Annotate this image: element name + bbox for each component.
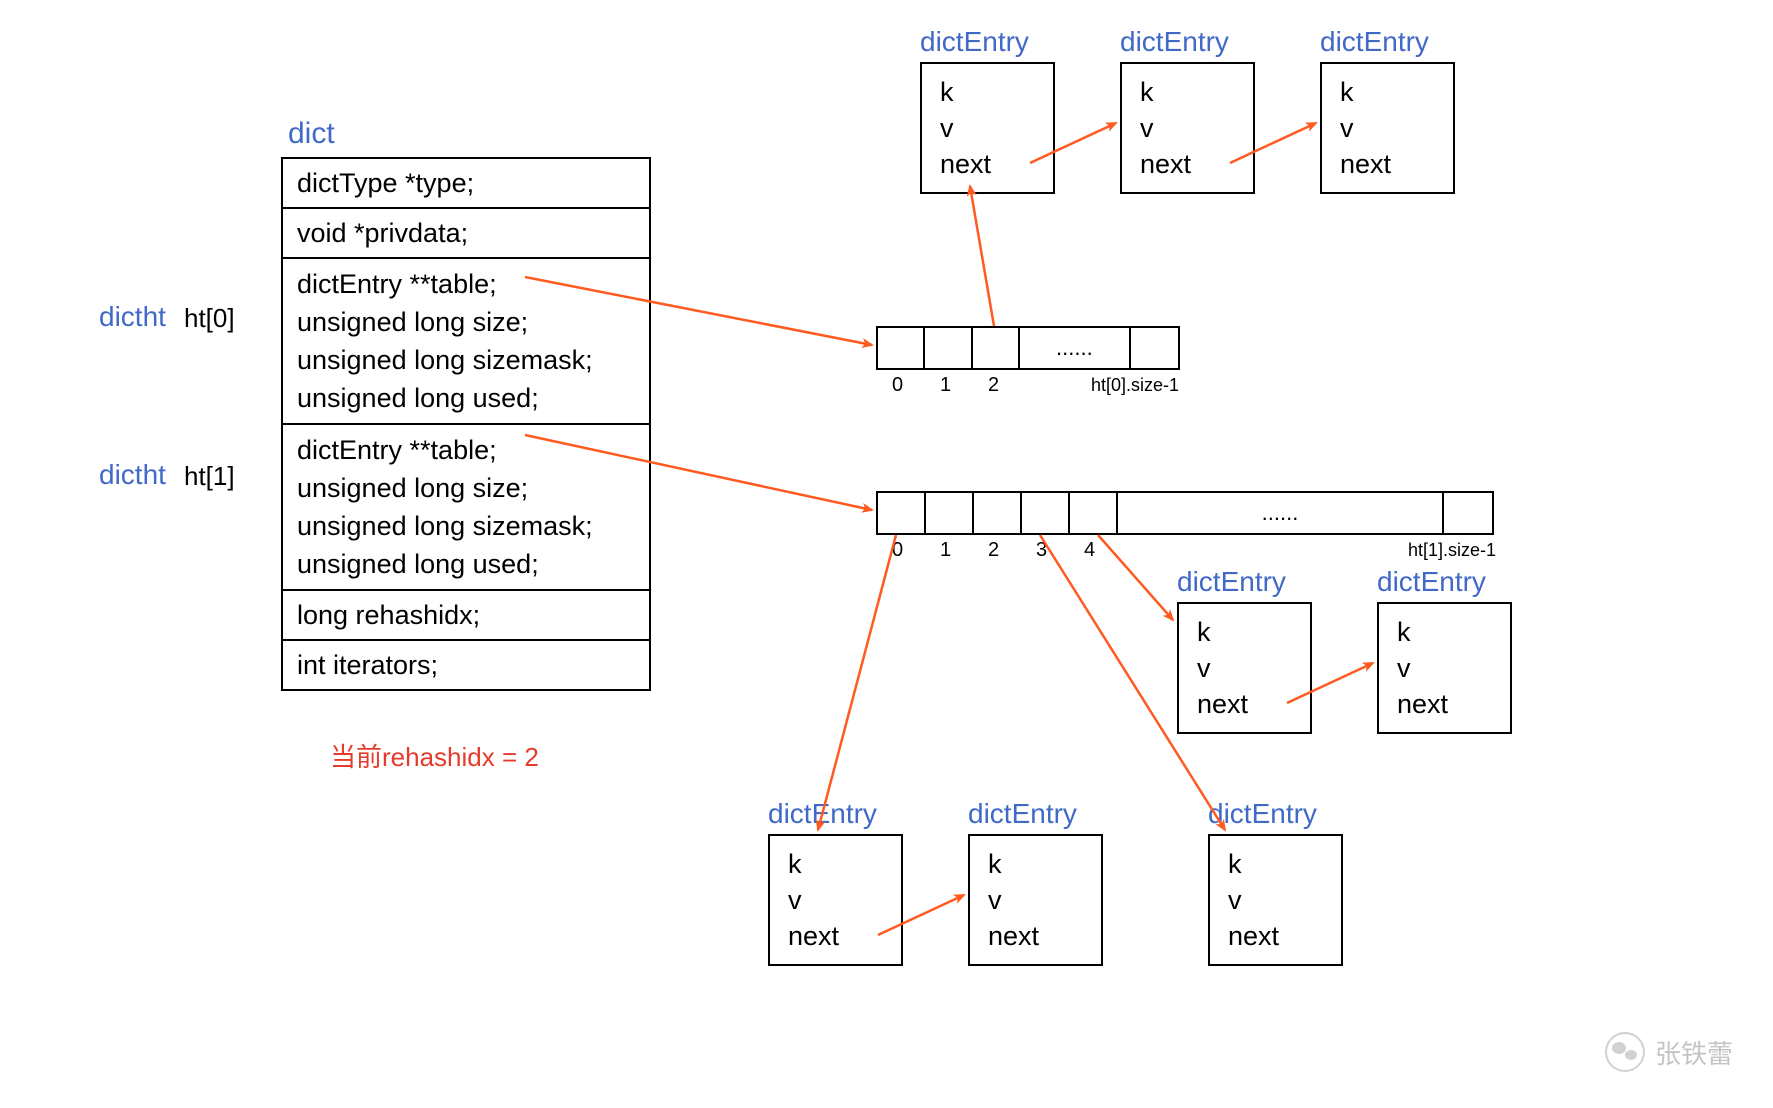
bucket-cell: [926, 493, 974, 533]
struct-row: int iterators;: [283, 641, 649, 689]
struct-row: long rehashidx;: [283, 591, 649, 641]
dictentry-label: dictEntry: [768, 798, 877, 830]
entry-next: next: [1228, 918, 1323, 954]
struct-row-ht0: dictEntry **table; unsigned long size; u…: [283, 259, 649, 425]
dictentry-label: dictEntry: [1377, 566, 1486, 598]
entry-k: k: [1228, 846, 1323, 882]
entry-v: v: [1397, 650, 1492, 686]
dictentry-label: dictEntry: [1120, 26, 1229, 58]
bucket-index-label: 2: [988, 374, 999, 397]
entry-v: v: [1228, 882, 1323, 918]
watermark-text: 张铁蕾: [1655, 1034, 1733, 1071]
ht0-bucket-array: ......: [876, 326, 1180, 370]
bucket-index-label: 3: [1036, 539, 1047, 562]
bucket-ellipsis: ......: [1118, 493, 1444, 533]
entry-k: k: [988, 846, 1083, 882]
dictentry-label: dictEntry: [920, 26, 1029, 58]
bucket-ellipsis: ......: [1020, 328, 1131, 368]
dictentry-node: k v next: [968, 834, 1103, 966]
struct-line: unsigned long used;: [297, 379, 635, 417]
bucket-index-label: 0: [892, 374, 903, 397]
dictentry-label: dictEntry: [968, 798, 1077, 830]
ht1-bucket-array: ......: [876, 491, 1494, 535]
bucket-cell: [1022, 493, 1070, 533]
bucket-cell: [973, 328, 1020, 368]
bucket-cell: [1131, 328, 1178, 368]
entry-v: v: [788, 882, 883, 918]
entry-next: next: [988, 918, 1083, 954]
entry-next: next: [788, 918, 883, 954]
entry-k: k: [940, 74, 1035, 110]
ht1-last-label: ht[1].size-1: [1408, 540, 1496, 561]
dictentry-label: dictEntry: [1177, 566, 1286, 598]
entry-k: k: [1197, 614, 1292, 650]
bucket-index-label: 1: [940, 539, 951, 562]
struct-line: dictEntry **table;: [297, 431, 635, 469]
rehashidx-note: 当前rehashidx = 2: [330, 737, 539, 774]
watermark: 张铁蕾: [1605, 1032, 1733, 1072]
bucket-cell: [878, 493, 926, 533]
ht0-last-label: ht[0].size-1: [1091, 375, 1179, 396]
entry-k: k: [1340, 74, 1435, 110]
bucket-index-label: 4: [1084, 539, 1095, 562]
entry-k: k: [788, 846, 883, 882]
dictht-label-0: dictht: [99, 301, 166, 333]
struct-line: unsigned long size;: [297, 303, 635, 341]
entry-v: v: [1140, 110, 1235, 146]
entry-v: v: [940, 110, 1035, 146]
entry-next: next: [1340, 146, 1435, 182]
entry-k: k: [1397, 614, 1492, 650]
bucket-index-label: 2: [988, 539, 999, 562]
entry-next: next: [940, 146, 1035, 182]
ht1-label: ht[1]: [184, 461, 235, 492]
dictentry-label: dictEntry: [1208, 798, 1317, 830]
dictht-label-1: dictht: [99, 459, 166, 491]
dictentry-node: k v next: [1177, 602, 1312, 734]
wechat-icon: [1605, 1032, 1645, 1072]
struct-line: unsigned long used;: [297, 545, 635, 583]
struct-line: dictEntry **table;: [297, 265, 635, 303]
dictentry-node: k v next: [1377, 602, 1512, 734]
struct-row: void *privdata;: [283, 209, 649, 259]
entry-v: v: [988, 882, 1083, 918]
struct-line: unsigned long sizemask;: [297, 341, 635, 379]
entry-v: v: [1197, 650, 1292, 686]
bucket-cell: [1070, 493, 1118, 533]
bucket-cell: [1444, 493, 1492, 533]
ht0-label: ht[0]: [184, 303, 235, 334]
dictentry-node: k v next: [1208, 834, 1343, 966]
struct-row-ht1: dictEntry **table; unsigned long size; u…: [283, 425, 649, 591]
bucket-index-label: 0: [892, 539, 903, 562]
bucket-cell: [974, 493, 1022, 533]
entry-k: k: [1140, 74, 1235, 110]
struct-row: dictType *type;: [283, 159, 649, 209]
entry-next: next: [1397, 686, 1492, 722]
dictentry-node: k v next: [1120, 62, 1255, 194]
dictentry-node: k v next: [1320, 62, 1455, 194]
bucket-index-label: 1: [940, 374, 951, 397]
bucket-cell: [878, 328, 925, 368]
entry-v: v: [1340, 110, 1435, 146]
struct-line: unsigned long size;: [297, 469, 635, 507]
diagram-canvas: dict dictht ht[0] dictht ht[1] dictType …: [0, 0, 1773, 1108]
dict-struct: dictType *type; void *privdata; dictEntr…: [281, 157, 651, 691]
dictentry-node: k v next: [920, 62, 1055, 194]
struct-line: unsigned long sizemask;: [297, 507, 635, 545]
bucket-cell: [925, 328, 972, 368]
entry-next: next: [1140, 146, 1235, 182]
dictentry-node: k v next: [768, 834, 903, 966]
dict-title: dict: [288, 117, 335, 151]
dictentry-label: dictEntry: [1320, 26, 1429, 58]
entry-next: next: [1197, 686, 1292, 722]
